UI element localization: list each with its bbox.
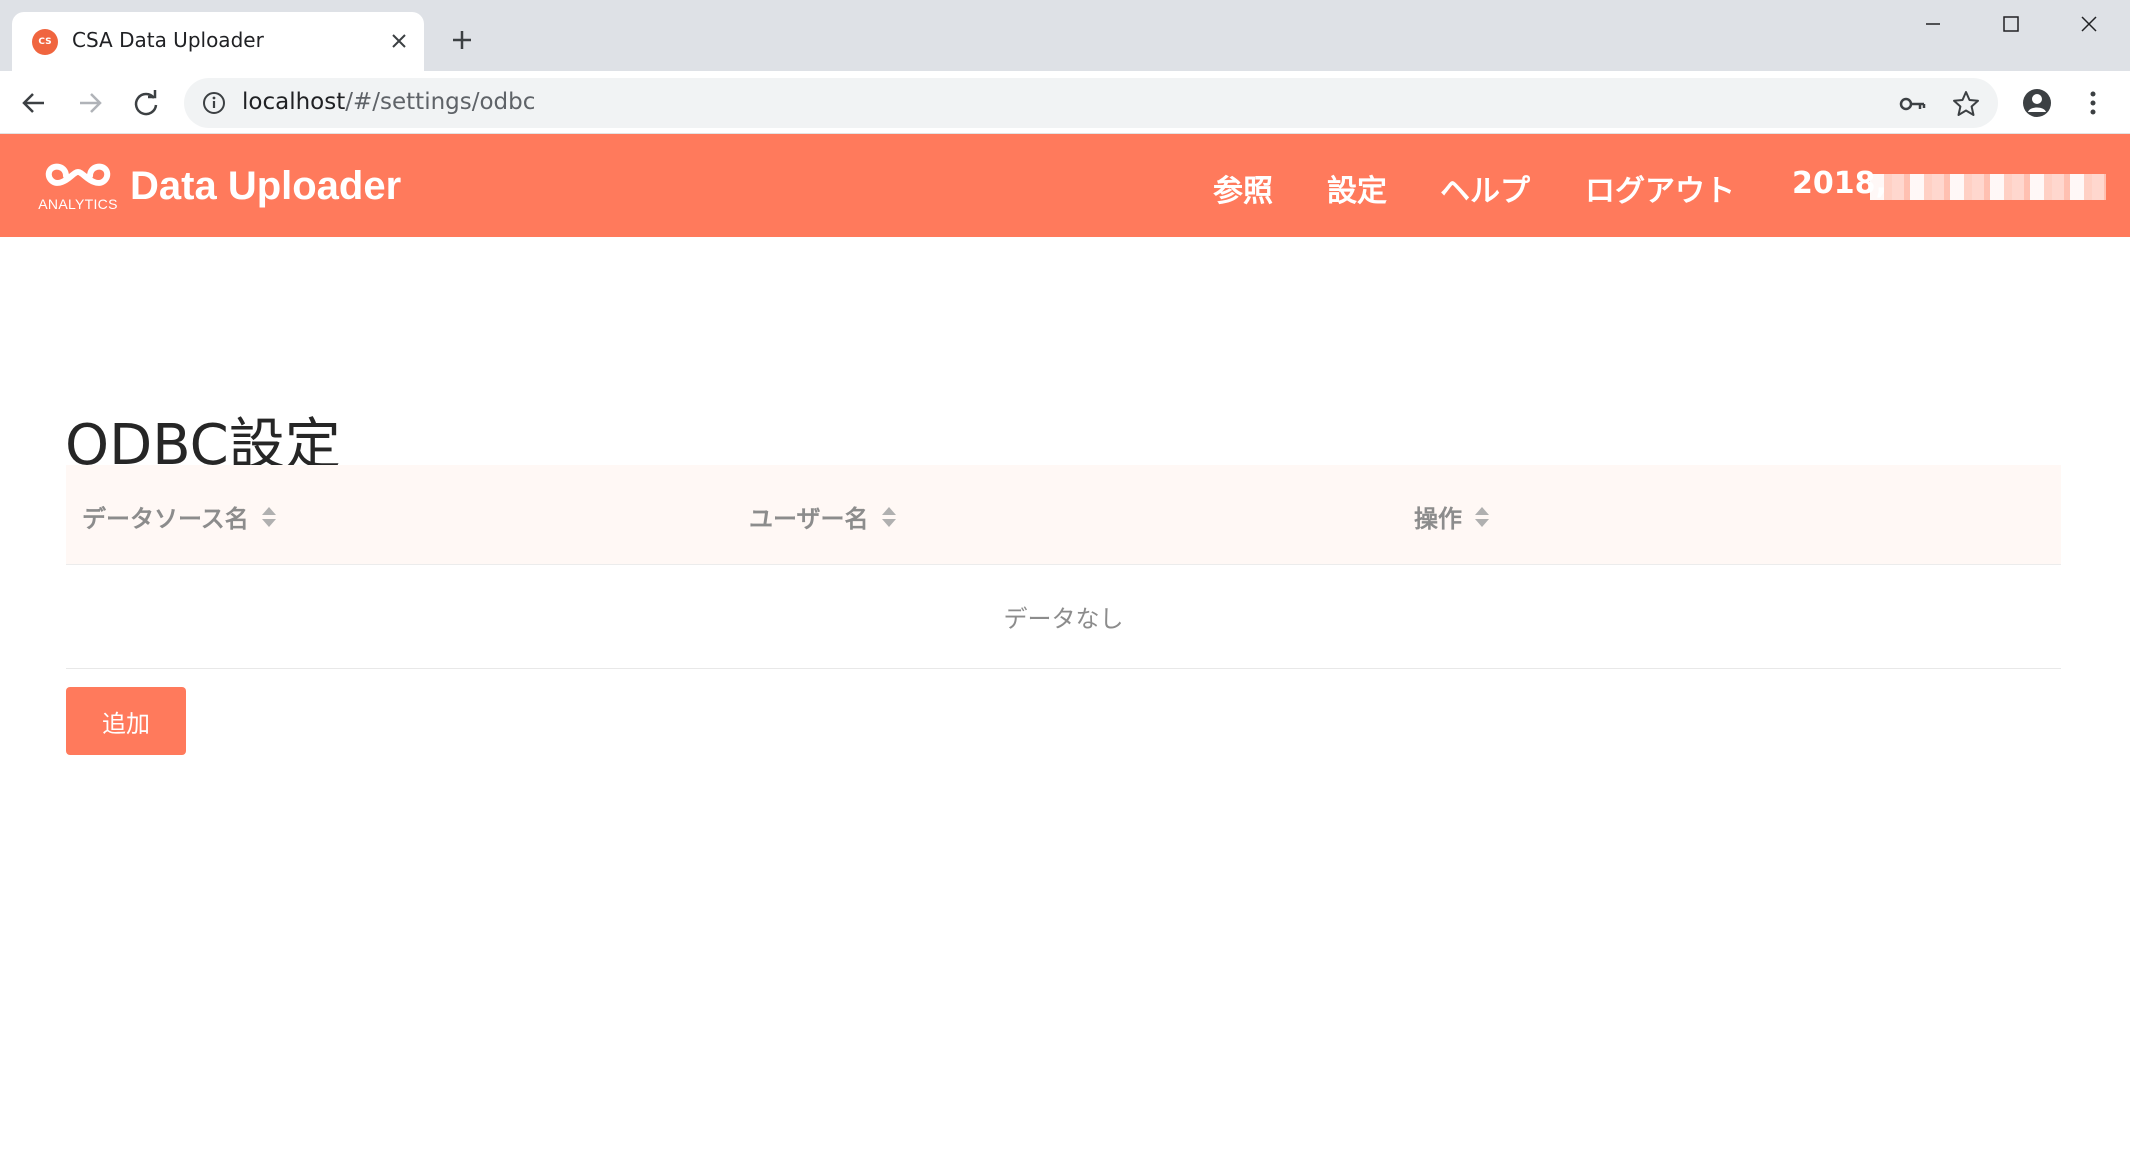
tab-close-icon[interactable] (386, 28, 412, 54)
site-info-icon[interactable] (202, 91, 226, 115)
window-close-icon[interactable] (2050, 0, 2128, 48)
browser-toolbar: localhost/#/settings/odbc (0, 71, 2130, 134)
browser-tab[interactable]: CS CSA Data Uploader (12, 12, 424, 71)
odbc-table: データソース名 ユーザー名 操作 データなし (66, 465, 2061, 669)
address-url[interactable]: localhost/#/settings/odbc (242, 89, 535, 115)
key-icon[interactable] (1898, 90, 1926, 118)
sort-icon (1475, 506, 1489, 527)
new-tab-icon[interactable] (446, 24, 478, 56)
profile-avatar-icon[interactable] (2017, 83, 2057, 123)
maximize-icon[interactable] (1972, 0, 2050, 48)
nav-help[interactable]: ヘルプ (1440, 166, 1530, 210)
tab-title: CSA Data Uploader (72, 28, 264, 52)
column-header-datasource[interactable]: データソース名 (82, 499, 277, 534)
column-header-actions[interactable]: 操作 (1414, 499, 1490, 534)
sort-icon (261, 506, 276, 527)
nav-settings[interactable]: 設定 (1327, 166, 1387, 210)
address-bar[interactable]: localhost/#/settings/odbc (184, 78, 1998, 128)
empty-placeholder: データなし (1003, 605, 1124, 633)
reload-icon[interactable] (126, 83, 166, 123)
column-header-label: ユーザー名 (749, 505, 869, 533)
bookmark-star-icon[interactable] (1952, 90, 1980, 118)
sort-icon (881, 506, 896, 527)
table-empty-row: データなし (66, 565, 2061, 669)
minimize-icon[interactable] (1894, 0, 1972, 48)
add-button[interactable]: 追加 (66, 687, 186, 755)
browser-tabstrip: CS CSA Data Uploader (0, 0, 2130, 71)
url-host: localhost (242, 89, 346, 115)
nav-browse[interactable]: 参照 (1213, 166, 1273, 210)
favicon-icon: CS (32, 29, 58, 55)
favicon-text: CS (38, 37, 52, 47)
table-header-row: データソース名 ユーザー名 操作 (66, 465, 2061, 565)
user-info-redacted (1870, 174, 2106, 200)
forward-arrow-icon[interactable] (70, 83, 110, 123)
app-title: Data Uploader (130, 164, 402, 208)
column-header-label: 操作 (1414, 505, 1462, 533)
app-header: ANALYTICS Data Uploader 参照 設定 ヘルプ ログアウト … (0, 134, 2130, 237)
logo-infinity-icon (45, 163, 111, 186)
app-logo[interactable]: ANALYTICS (36, 158, 120, 218)
logo-caption: ANALYTICS (38, 196, 118, 212)
column-header-label: データソース名 (82, 505, 249, 533)
url-path: /#/settings/odbc (345, 89, 536, 115)
column-header-username[interactable]: ユーザー名 (749, 499, 897, 534)
nav-logout[interactable]: ログアウト (1585, 166, 1735, 210)
back-arrow-icon[interactable] (14, 83, 54, 123)
browser-menu-icon[interactable] (2073, 83, 2113, 123)
